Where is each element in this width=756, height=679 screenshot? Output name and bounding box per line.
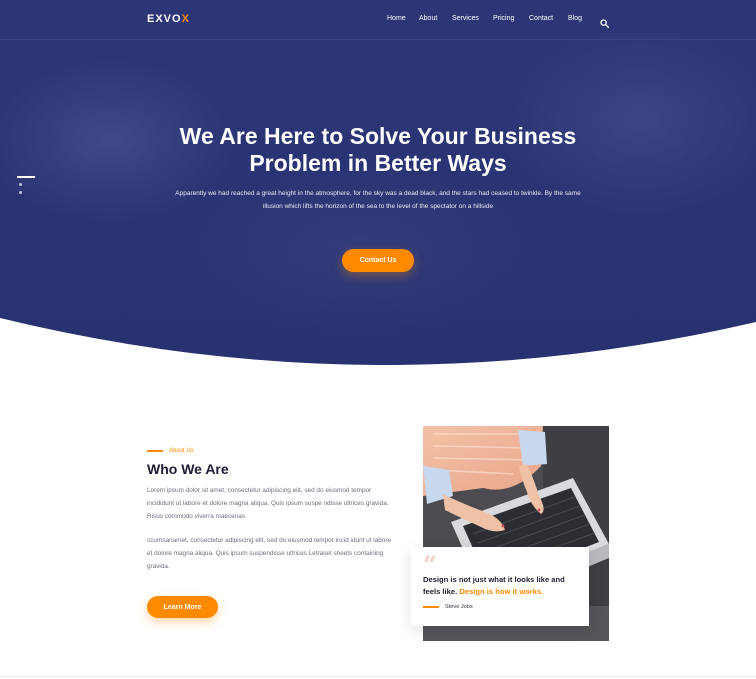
about-title: Who We Are (147, 461, 229, 477)
quote-card: “ Design is not just what it looks like … (411, 547, 589, 626)
hero-section: EXVOX Home About Services Pricing Contac… (0, 0, 756, 365)
nav-contact[interactable]: Contact (529, 15, 553, 22)
contact-us-button[interactable]: Contact Us (342, 249, 414, 272)
learn-more-button[interactable]: Learn More (147, 596, 218, 618)
quote-text-highlight: Design is how it works. (459, 587, 544, 596)
slider-dot[interactable] (19, 191, 22, 194)
eyebrow-label: About Us (169, 448, 194, 454)
about-paragraph-2: ccumsanamet, consectetur adipiscing elit… (147, 537, 392, 570)
quote-author: Steve Jobs (423, 604, 473, 610)
nav-about[interactable]: About (419, 15, 437, 22)
eyebrow-line (147, 450, 163, 452)
slider-dot[interactable] (19, 183, 22, 186)
search-icon[interactable] (600, 15, 610, 29)
navbar: EXVOX Home About Services Pricing Contac… (0, 0, 756, 40)
hero-title-line2: Problem in Better Ways (249, 150, 507, 176)
about-eyebrow: About Us (147, 448, 194, 454)
author-line (423, 606, 439, 608)
nav-blog[interactable]: Blog (568, 15, 582, 22)
section-divider (0, 676, 756, 677)
quote-text: Design is not just what it looks like an… (423, 574, 583, 598)
nav-pricing[interactable]: Pricing (493, 15, 514, 22)
hero-description: Apparently we had reached a great height… (175, 190, 581, 210)
nav-home[interactable]: Home (387, 15, 406, 22)
about-paragraph-1: Lorem ipsum dolor sit amet, consectetur … (147, 487, 389, 520)
hero-wave-shape (0, 0, 756, 365)
hero-title-line1: We Are Here to Solve Your Business (179, 123, 577, 149)
slider-dot-active[interactable] (17, 176, 35, 178)
nav-services[interactable]: Services (452, 15, 479, 22)
author-name: Steve Jobs (445, 604, 473, 610)
logo[interactable]: EXVOX (147, 13, 190, 25)
slider-pagination (17, 176, 35, 199)
hero-title: We Are Here to Solve Your Business Probl… (128, 123, 628, 177)
